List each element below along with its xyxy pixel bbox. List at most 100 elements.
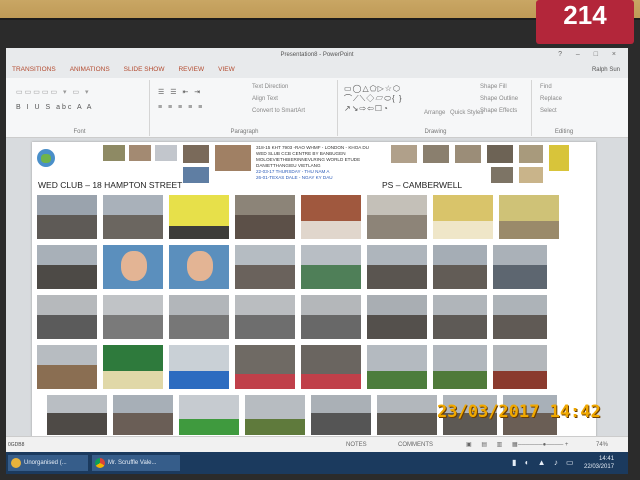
- text-direction-button[interactable]: Text Direction: [252, 84, 288, 90]
- start-label: 0GDB8: [8, 442, 25, 448]
- shape-fill-button[interactable]: Shape Fill: [480, 84, 507, 90]
- photo-thumbnail: [366, 194, 428, 240]
- tab-review[interactable]: REVIEW: [178, 62, 204, 78]
- slide-editor-area: 318-15 KHT 7903 -RAO WHMF - LONDON - KHO…: [6, 138, 628, 438]
- replace-button[interactable]: Replace: [540, 96, 562, 102]
- slide-heading-left: WED CLUB – 18 HAMPTON STREET: [38, 180, 183, 190]
- select-button[interactable]: Select: [540, 108, 557, 114]
- convert-smartart-button[interactable]: Convert to SmartArt: [252, 108, 305, 114]
- slide-canvas[interactable]: 318-15 KHT 7903 -RAO WHMF - LONDON - KHO…: [32, 142, 596, 438]
- info-line: 22-03-17 THURSDAY - THU NAM A: [256, 169, 330, 174]
- header-map-image: [548, 144, 570, 172]
- photo-thumbnail: [492, 294, 548, 340]
- header-photo: [518, 166, 544, 184]
- photo-thumbnail: [498, 194, 560, 240]
- font-group: ▭▭▭▭▭ ▾ ▭ ▾ B I U S abc A A Font: [10, 80, 150, 136]
- taskbar-item-label: Mr. Scruffle Vale...: [108, 460, 157, 466]
- photo-thumbnail: [366, 344, 428, 390]
- photo-thumbnail: [178, 394, 240, 436]
- header-photo: [490, 166, 514, 184]
- zoom-slider[interactable]: –─────●──── +: [518, 437, 568, 453]
- photo-thumbnail: [102, 244, 164, 290]
- header-photo: [390, 144, 418, 164]
- editing-group-label: Editing: [554, 129, 574, 135]
- paragraph-group-label: Paragraph: [230, 129, 259, 135]
- font-group-label: Font: [73, 129, 86, 135]
- header-photo: [128, 144, 152, 162]
- notes-button[interactable]: NOTES: [346, 437, 367, 453]
- photo-thumbnail: [168, 244, 230, 290]
- photo-thumbnail: [36, 294, 98, 340]
- clock-time: 14:41: [599, 456, 615, 462]
- view-buttons[interactable]: ▣ ▤ ▥ ▦: [466, 437, 522, 453]
- photo-thumbnail: [300, 194, 362, 240]
- photo-thumbnail: [300, 294, 362, 340]
- windows-taskbar: 0GDB8 Unorganised (... Mr. Scruffle Vale…: [6, 442, 628, 474]
- taskbar-item-chrome[interactable]: Mr. Scruffle Vale...: [92, 455, 180, 471]
- photo-thumbnail: [168, 344, 230, 390]
- align-buttons[interactable]: ≡ ≡ ≡ ≡ ≡: [158, 104, 204, 111]
- taskbar-clock[interactable]: 14:41 22/03/2017: [584, 455, 614, 471]
- font-name-box[interactable]: ▭▭▭▭▭ ▾ ▭ ▾: [16, 88, 91, 96]
- photo-thumbnail: [492, 344, 548, 390]
- photo-thumbnail: [432, 194, 494, 240]
- photo-thumbnail: [300, 244, 362, 290]
- info-line: WED SLUB CCB CENTRE BY BANBUGEN: [256, 151, 346, 156]
- drawing-group: ▭◯△⬠▷☆⬡ ⌒⟋⟍◇▱⬭{ } ↗↘⇨⇦☐◔ Arrange Quick Sty…: [340, 80, 532, 136]
- arrange-button[interactable]: Arrange: [424, 110, 445, 116]
- shape-outline-button[interactable]: Shape Outline: [480, 96, 518, 102]
- photo-thumbnail: [310, 394, 372, 436]
- editing-group: Find Replace Select Editing: [534, 80, 594, 136]
- photo-thumbnail: [46, 394, 108, 436]
- photo-thumbnail: [102, 194, 164, 240]
- ribbon-tabs: TRANSITIONS ANIMATIONS SLIDE SHOW REVIEW…: [6, 62, 628, 78]
- system-tray-icons[interactable]: ▮ ◐ ▲ ♪ ▭: [512, 455, 577, 471]
- globe-logo-icon: [36, 148, 56, 168]
- tab-view[interactable]: VIEW: [218, 62, 235, 78]
- taskbar-item-explorer[interactable]: Unorganised (...: [8, 455, 88, 471]
- window-title: Presentation8 - PowerPoint: [280, 52, 354, 58]
- shape-effects-button[interactable]: Shape Effects: [480, 108, 517, 114]
- info-line: DANIETTHANGIEU VIETLANG: [256, 163, 321, 168]
- taskbar-item-label: Unorganised (...: [24, 460, 67, 466]
- slide-heading-right: PS – CAMBERWELL: [382, 180, 463, 190]
- tab-slide-show[interactable]: SLIDE SHOW: [124, 62, 165, 78]
- window-controls[interactable]: ? – □ ×: [558, 48, 622, 62]
- photo-thumbnail: [432, 344, 488, 390]
- find-button[interactable]: Find: [540, 84, 552, 90]
- info-line: MOLOEVIETHBIERINNEVLRING WORLD ETUDE: [256, 157, 361, 162]
- header-photo: [486, 144, 514, 164]
- photo-thumbnail: [168, 194, 230, 240]
- shapes-gallery[interactable]: ▭◯△⬠▷☆⬡ ⌒⟋⟍◇▱⬭{ } ↗↘⇨⇦☐◔: [344, 84, 403, 113]
- align-text-button[interactable]: Align Text: [252, 96, 278, 102]
- photo-thumbnail: [234, 344, 296, 390]
- quick-styles-button[interactable]: Quick Styles: [450, 110, 483, 116]
- header-photo: [518, 144, 544, 164]
- list-buttons[interactable]: ☰ ☰ ⇤ ⇥: [158, 88, 202, 96]
- photo-thumbnail: [234, 244, 296, 290]
- comments-button[interactable]: COMMENTS: [398, 437, 433, 453]
- clock-date: 22/03/2017: [584, 464, 615, 470]
- photo-thumbnail: [366, 244, 428, 290]
- photo-thumbnail: [234, 194, 296, 240]
- header-photo: [102, 144, 126, 162]
- status-bar: NOTES COMMENTS ▣ ▤ ▥ ▦ –─────●──── + 74%: [6, 436, 628, 452]
- paragraph-group: ☰ ☰ ⇤ ⇥ ≡ ≡ ≡ ≡ ≡ Text Direction Align T…: [152, 80, 338, 136]
- signed-in-user[interactable]: Ralph Sun: [592, 62, 620, 78]
- photo-thumbnail: [36, 194, 98, 240]
- info-line: 318-15 KHT 7903 -RAO WHMF - LONDON - KHO…: [256, 145, 369, 150]
- tab-transitions[interactable]: TRANSITIONS: [12, 62, 56, 78]
- font-format-buttons[interactable]: B I U S abc A A: [16, 104, 93, 111]
- photo-thumbnail: [234, 294, 296, 340]
- drawing-group-label: Drawing: [424, 129, 447, 135]
- tab-animations[interactable]: ANIMATIONS: [70, 62, 110, 78]
- photo-thumbnail: [492, 244, 548, 290]
- header-photo: [154, 144, 178, 162]
- photo-thumbnail: [112, 394, 174, 436]
- header-photo: [182, 166, 210, 184]
- folder-icon: [11, 458, 21, 468]
- header-photo: [182, 144, 210, 164]
- zoom-level[interactable]: 74%: [596, 437, 608, 453]
- camera-timestamp: 23/03/2017 14:42: [437, 402, 601, 422]
- photo-thumbnail: [376, 394, 438, 436]
